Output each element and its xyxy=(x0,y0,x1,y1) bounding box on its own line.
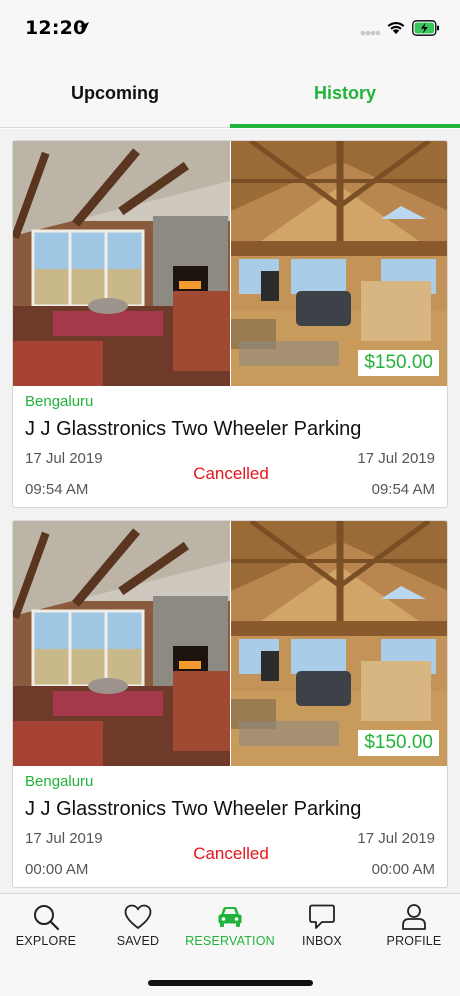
reservation-card[interactable]: $150.00 Bengaluru J J Glasstronics Two W… xyxy=(12,140,448,508)
nav-saved[interactable]: SAVED xyxy=(92,894,184,956)
nav-profile[interactable]: PROFILE xyxy=(368,894,460,956)
nav-reservation-label: RESERVATION xyxy=(185,934,275,948)
person-icon xyxy=(402,904,426,930)
status-bar: 12:20 xyxy=(0,0,460,58)
nav-reservation[interactable]: RESERVATION xyxy=(184,894,276,956)
nav-saved-label: SAVED xyxy=(116,934,160,948)
chat-bubble-icon xyxy=(309,904,335,929)
property-photo-living-room xyxy=(13,141,230,386)
battery-charging-icon xyxy=(412,20,439,36)
nav-inbox-label: INBOX xyxy=(302,934,342,948)
end-time: 09:54 AM xyxy=(371,481,435,498)
property-city: Bengaluru xyxy=(25,773,94,790)
price-tag: $150.00 xyxy=(358,350,439,376)
nav-profile-label: PROFILE xyxy=(386,934,442,948)
cellular-signal-icon xyxy=(360,30,381,36)
reservation-list[interactable]: $150.00 Bengaluru J J Glasstronics Two W… xyxy=(0,129,460,893)
heart-icon xyxy=(124,904,152,929)
location-arrow-icon xyxy=(79,22,89,32)
nav-explore[interactable]: EXPLORE xyxy=(0,894,92,956)
search-icon xyxy=(34,905,60,931)
reservation-card[interactable]: $150.00 Bengaluru J J Glasstronics Two W… xyxy=(12,520,448,888)
active-tab-indicator xyxy=(230,124,460,128)
car-icon xyxy=(218,907,242,927)
end-time: 00:00 AM xyxy=(371,861,435,878)
start-time: 00:00 AM xyxy=(25,861,89,878)
tab-history[interactable]: History xyxy=(230,58,460,128)
property-name[interactable]: J J Glasstronics Two Wheeler Parking xyxy=(25,798,361,821)
nav-inbox[interactable]: INBOX xyxy=(276,894,368,956)
property-name[interactable]: J J Glasstronics Two Wheeler Parking xyxy=(25,418,361,441)
nav-explore-label: EXPLORE xyxy=(15,934,77,948)
start-time: 09:54 AM xyxy=(25,481,89,498)
property-city: Bengaluru xyxy=(25,393,94,410)
home-indicator[interactable] xyxy=(148,980,313,986)
property-photo-living-room xyxy=(13,521,230,766)
price-tag: $150.00 xyxy=(358,730,439,756)
tab-upcoming[interactable]: Upcoming xyxy=(0,58,230,128)
wifi-icon xyxy=(387,21,405,34)
reservation-tabs: Upcoming History xyxy=(0,58,460,128)
bottom-navigation: EXPLORE SAVED RESERVATION INBOX PROFILE xyxy=(0,893,460,996)
